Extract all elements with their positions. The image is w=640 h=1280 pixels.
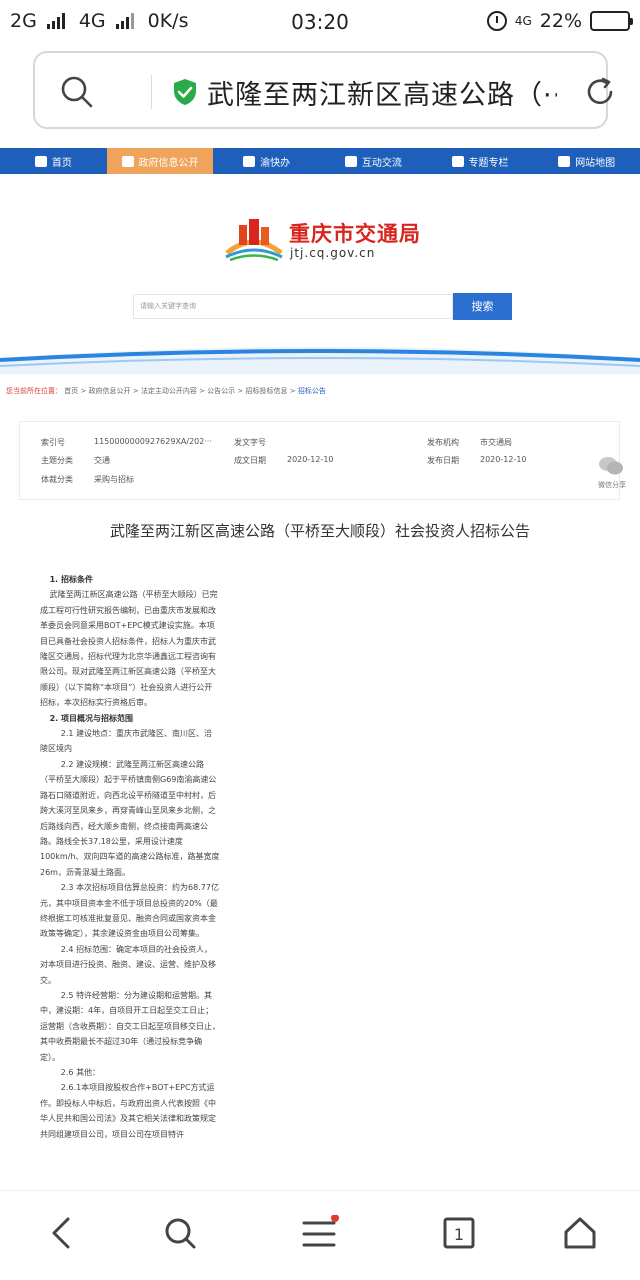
meta-publisher-value: 市交通局 — [480, 438, 512, 447]
svg-text:1: 1 — [454, 1225, 464, 1244]
meta-subject-label: 主题分类 — [41, 456, 73, 465]
user-icon — [558, 155, 571, 167]
document-icon — [121, 155, 134, 167]
nav-service[interactable]: 渝快办 — [213, 148, 320, 174]
battery-percent: 22% — [539, 10, 582, 32]
address-bar[interactable]: 武隆至两江新区高速公路（··· — [33, 51, 613, 129]
site-brand: 重庆市交通局 — [289, 222, 421, 246]
battery-icon — [590, 11, 633, 31]
site-nav: 首页 政府信息公开 渝快办 互动交流 专题专栏 网站地图 — [0, 148, 640, 174]
browser-toolbar: 1 — [0, 1190, 640, 1280]
reload-icon[interactable] — [583, 75, 617, 109]
network-type-3: 4G — [514, 14, 532, 28]
paragraph: 2.3 本次招标项目估算总投资：约为68.77亿元，其中项目资本金不低于项目总投… — [40, 883, 219, 939]
status-bar: 2G 4G 0K/s 03:20 4G 22% — [0, 0, 640, 44]
wechat-share-icon[interactable] — [598, 455, 624, 477]
menu-icon[interactable] — [300, 1215, 340, 1251]
search-icon[interactable] — [60, 75, 94, 109]
breadcrumb-location: 您当前所在位置： — [6, 387, 62, 395]
nav-interact[interactable]: 互动交流 — [320, 148, 427, 174]
paragraph: 武隆至两江新区高速公路（平桥至大顺段）已完成工程可行性研究报告编制，已由重庆市发… — [40, 590, 218, 708]
paragraph: 2.2 建设规模：武隆至两江新区高速公路（平桥至大顺段）起于平桥镇南侧G69南渝… — [40, 759, 220, 877]
meta-created-label: 成文日期 — [234, 456, 266, 465]
section-heading-1: 1. 招标条件 — [49, 575, 93, 584]
nav-home[interactable]: 首页 — [0, 148, 107, 174]
breadcrumb-current[interactable]: 招标公告 — [298, 387, 326, 395]
paragraph: 2.6 其他： — [60, 1068, 101, 1077]
home-icon[interactable] — [562, 1215, 598, 1251]
meta-genre-label: 体裁分类 — [41, 475, 73, 484]
article-title: 武隆至两江新区高速公路（平桥至大顺段）社会投资人招标公告 — [109, 522, 530, 540]
nav-interact-label: 互动交流 — [361, 157, 402, 169]
secure-shield-icon — [174, 79, 196, 105]
document-meta-table: 索引号 11500000009276​29XA/202··· 发文字号 发布机构… — [19, 421, 620, 500]
wechat-share-label[interactable]: 微信分享 — [598, 480, 626, 490]
tabs-icon[interactable]: 1 — [442, 1215, 476, 1251]
meta-publisher-label: 发布机构 — [427, 438, 459, 447]
breadcrumb-path[interactable]: 首页 > 政府信息公开 > 法定主动公开内容 > 公告公示 > 招标投标信息 > — [64, 387, 295, 395]
nav-gov-info[interactable]: 政府信息公开 — [106, 148, 214, 174]
page-title[interactable]: 武隆至两江新区高速公路（··· — [207, 73, 557, 112]
bookmark-icon — [451, 155, 464, 167]
search-icon[interactable] — [162, 1215, 198, 1251]
alarm-icon — [486, 11, 507, 31]
paragraph: 2.6.1本项目按股权合作+BOT+EPC方式运作。即投标人中标后，与政府出资人… — [40, 1083, 216, 1139]
nav-sitemap[interactable]: 网站地图 — [533, 148, 640, 174]
site-logo-icon — [225, 219, 283, 261]
nav-home-label: 首页 — [51, 157, 72, 169]
section-heading-2: 2. 项目概况与招标范围 — [49, 713, 133, 723]
nav-topics-label: 专题专栏 — [468, 157, 509, 169]
back-icon[interactable] — [44, 1215, 78, 1251]
meta-index-label: 索引号 — [41, 438, 65, 447]
site-domain: jtj.cq.gov.cn — [290, 246, 376, 260]
nav-service-label: 渝快办 — [260, 157, 291, 169]
book-icon — [243, 155, 256, 167]
meta-published-label: 发布日期 — [427, 456, 459, 465]
site-search-input[interactable]: 请输入关键字查询 — [133, 294, 453, 319]
paragraph: 2.4 招标范围：确定本项目的社会投资人，对本项目进行投资、融资、建设、运营、维… — [40, 944, 216, 985]
article-body: 1. 招标条件 武隆至两江新区高速公路（平桥至大顺段）已完成工程可行性研究报告编… — [40, 572, 220, 1190]
address-divider — [151, 75, 152, 109]
meta-index-value: 11500000009276​29XA/202··· — [94, 437, 212, 446]
nav-topics[interactable]: 专题专栏 — [427, 148, 534, 174]
paragraph: 2.1 建设地点：重庆市武隆区、南川区、涪陵区境内 — [40, 729, 213, 754]
meta-docno-label: 发文字号 — [234, 438, 266, 447]
meta-created-value: 2020-12-10 — [287, 455, 334, 464]
breadcrumb: 您当前所在位置： 首页 > 政府信息公开 > 法定主动公开内容 > 公告公示 >… — [6, 386, 326, 396]
header-wave-decoration — [0, 347, 640, 374]
nav-gov-info-label: 政府信息公开 — [138, 157, 199, 169]
site-search-button[interactable]: 搜索 — [453, 293, 512, 320]
meta-genre-value: 采购与招标 — [94, 475, 134, 484]
meta-subject-value: 交通 — [94, 456, 110, 465]
meta-published-value: 2020-12-10 — [480, 455, 527, 464]
paragraph: 2.5 特许经营期：分为建设期和运营期。其中，建设期：4年，自项目开工日起至交工… — [40, 990, 220, 1062]
nav-sitemap-label: 网站地图 — [575, 157, 616, 169]
chat-icon — [344, 155, 357, 167]
home-icon — [34, 155, 47, 167]
